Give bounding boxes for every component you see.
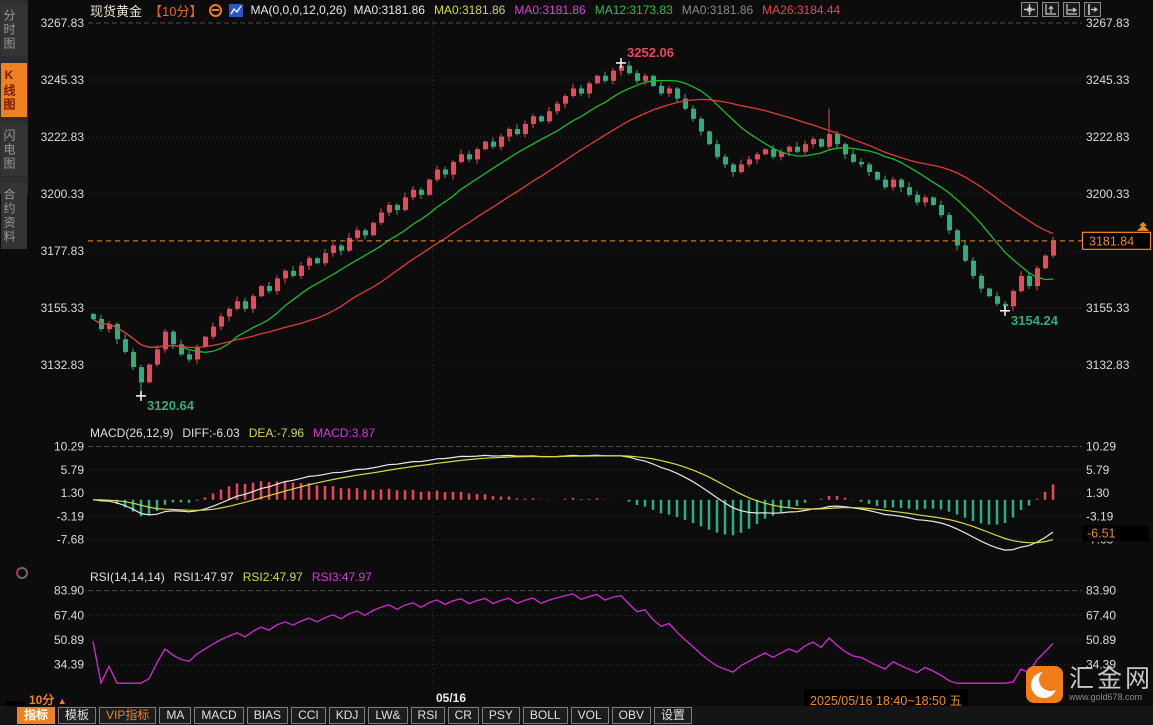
tab-templates[interactable]: 模板 [58, 707, 96, 724]
svg-text:10.29: 10.29 [1086, 439, 1116, 453]
svg-text:3252.06: 3252.06 [627, 45, 674, 60]
ma-value-label: MA0:3181.86 [682, 3, 753, 17]
svg-text:3267.83: 3267.83 [41, 16, 85, 30]
ma-values: MA0:3181.86 MA0:3181.86 MA0:3181.86 MA12:31… [354, 3, 841, 17]
svg-text:-3.19: -3.19 [57, 509, 85, 523]
macd-diff-value: DIFF:-6.03 [182, 426, 239, 440]
site-logo: 汇金网 www.gold678.com [1026, 666, 1153, 703]
crosshair-tool-icon[interactable] [1021, 2, 1038, 17]
svg-text:3200.33: 3200.33 [1086, 187, 1130, 201]
logo-url: www.gold678.com [1069, 692, 1153, 702]
svg-text:3222.83: 3222.83 [1086, 130, 1130, 144]
sidebar-tab-contract-info[interactable]: 合约资料 [1, 183, 27, 249]
svg-text:50.89: 50.89 [54, 633, 84, 647]
rsi-header: RSI(14,14,14) RSI1:47.97 RSI2:47.97 RSI3… [90, 570, 372, 584]
tab-rsi[interactable]: RSI [411, 707, 445, 724]
tab-vol[interactable]: VOL [571, 707, 609, 724]
tab-ma[interactable]: MA [159, 707, 191, 724]
macd-header: MACD(26,12,9) DIFF:-6.03 DEA:-7.96 MACD:… [90, 426, 375, 440]
sidebar-tab-kline-chart[interactable]: K线图 [1, 63, 27, 117]
macd-title: MACD(26,12,9) [90, 426, 173, 440]
tab-psy[interactable]: PSY [482, 707, 520, 724]
ma-formula: MA(0,0,0,12,0,26) [250, 3, 346, 17]
tab-indicators[interactable]: 指标 [17, 707, 55, 724]
symbol-name: 现货黄金 [90, 1, 142, 20]
svg-text:-3.19: -3.19 [1086, 509, 1114, 523]
tab-vip-indicators[interactable]: VIP指标 [99, 707, 156, 724]
svg-text:5.79: 5.79 [1086, 463, 1110, 477]
ma-value-label: MA26:3184.44 [762, 3, 840, 17]
period-label: 【10分】 [149, 1, 202, 20]
zoom-vertical-tool-icon[interactable] [1042, 2, 1059, 17]
svg-text:-6.51: -6.51 [1087, 526, 1116, 540]
tab-cr[interactable]: CR [448, 707, 479, 724]
svg-text:3155.33: 3155.33 [41, 301, 85, 315]
svg-text:3181.84: 3181.84 [1089, 234, 1134, 248]
svg-text:3267.83: 3267.83 [1086, 16, 1130, 30]
sidebar-tab-time-chart[interactable]: 分时图 [1, 4, 27, 56]
tab-bias[interactable]: BIAS [247, 707, 288, 724]
ma-value-label: MA0:3181.86 [434, 3, 505, 17]
rsi2-value: RSI2:47.97 [243, 570, 303, 584]
svg-text:5.79: 5.79 [61, 463, 85, 477]
rsi-line [93, 594, 1053, 683]
svg-text:3222.83: 3222.83 [41, 130, 85, 144]
kline-chart-icon[interactable] [229, 4, 243, 17]
annotations: 3252.06 3120.64 3154.24 [136, 45, 1059, 413]
tab-obv[interactable]: OBV [612, 707, 651, 724]
svg-text:3154.24: 3154.24 [1011, 313, 1059, 328]
indicator-tabbar: 指标 模板 VIP指标 MA MACD BIAS CCI KDJ LW& RSI… [0, 706, 1153, 725]
gridlines [88, 20, 1082, 688]
ma-value-label: MA0:3181.86 [514, 3, 585, 17]
zoom-horizontal-tool-icon[interactable] [1063, 2, 1080, 17]
tab-lw[interactable]: LW& [368, 707, 407, 724]
panel-marker-icon[interactable] [16, 567, 28, 579]
rsi1-value: RSI1:47.97 [174, 570, 234, 584]
svg-text:3245.33: 3245.33 [41, 73, 85, 87]
ma-value-label: MA12:3173.83 [595, 3, 673, 17]
tab-boll[interactable]: BOLL [523, 707, 568, 724]
topbar: 现货黄金 【10分】 MA(0,0,0,12,0,26) MA0:3181.86… [90, 2, 840, 18]
svg-text:3245.33: 3245.33 [1086, 73, 1130, 87]
chart-canvas: 3267.83 3267.83 3245.33 3245.33 3222.83 3222.… [0, 0, 1153, 692]
svg-text:34.39: 34.39 [54, 658, 84, 672]
footer-period-label: 10分 [29, 693, 54, 707]
svg-text:1.30: 1.30 [1086, 486, 1110, 500]
candlestick-series [91, 61, 1056, 396]
svg-text:3120.64: 3120.64 [147, 398, 195, 413]
ma-value-label: MA0:3181.86 [354, 3, 425, 17]
svg-text:10.29: 10.29 [54, 439, 84, 453]
tab-kdj[interactable]: KDJ [329, 707, 366, 724]
svg-text:1.30: 1.30 [61, 486, 85, 500]
chevron-up-icon: ▲ [58, 696, 67, 706]
logo-crescent-icon [1026, 666, 1063, 703]
svg-text:83.90: 83.90 [1086, 584, 1116, 598]
svg-text:3177.83: 3177.83 [41, 244, 85, 258]
moving-average-lines [93, 81, 1053, 353]
sidebar-tab-lightning-chart[interactable]: 闪电图 [1, 124, 27, 176]
svg-text:3155.33: 3155.33 [1086, 301, 1130, 315]
rsi3-value: RSI3:47.97 [312, 570, 372, 584]
x-axis-date-label: 05/16 [436, 691, 466, 705]
macd-dea-value: DEA:-7.96 [249, 426, 304, 440]
svg-text:83.90: 83.90 [54, 584, 84, 598]
svg-text:-7.68: -7.68 [57, 533, 85, 547]
macd-macd-value: MACD:3.87 [313, 426, 375, 440]
chart-toolbar [1021, 2, 1101, 17]
svg-text:67.40: 67.40 [54, 608, 84, 622]
tab-macd[interactable]: MACD [194, 707, 243, 724]
pan-right-tool-icon[interactable] [1084, 2, 1101, 17]
rsi-title: RSI(14,14,14) [90, 570, 165, 584]
sidebar: 分时图 K线图 闪电图 合约资料 [0, 0, 28, 194]
svg-text:67.40: 67.40 [1086, 608, 1116, 622]
svg-text:3132.83: 3132.83 [1086, 358, 1130, 372]
tab-settings[interactable]: 设置 [654, 707, 692, 724]
svg-text:3200.33: 3200.33 [41, 187, 85, 201]
logo-name: 汇金网 [1069, 667, 1153, 692]
svg-text:3132.83: 3132.83 [41, 358, 85, 372]
collapse-icon[interactable] [209, 4, 222, 17]
tab-cci[interactable]: CCI [291, 707, 326, 724]
svg-text:50.89: 50.89 [1086, 633, 1116, 647]
macd-histogram [93, 481, 1053, 535]
